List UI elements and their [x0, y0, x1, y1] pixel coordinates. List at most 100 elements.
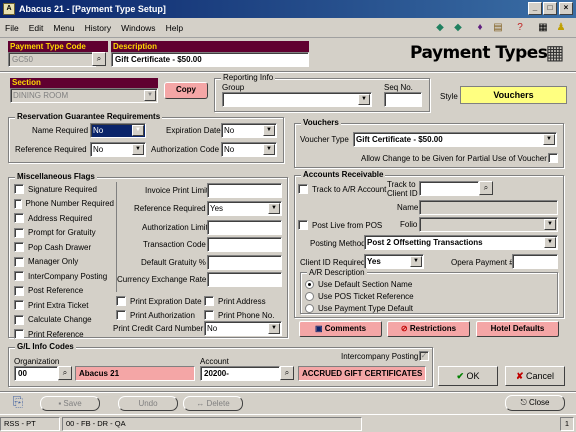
opera-payment-field[interactable]: [512, 254, 558, 269]
print-cc-select[interactable]: No ▼: [204, 321, 282, 336]
section-select[interactable]: DINING ROOM ▼: [10, 88, 158, 103]
flag-item[interactable]: InterCompany Posting: [14, 269, 114, 284]
seq-field[interactable]: [384, 92, 422, 107]
flag-item[interactable]: Print Extra Ticket: [14, 298, 114, 313]
checkbox[interactable]: [14, 314, 24, 325]
minimize-button[interactable]: _: [528, 2, 542, 15]
flag-item[interactable]: Post Reference: [14, 284, 114, 299]
chevron-down-icon[interactable]: ▼: [544, 219, 556, 230]
track-client-field[interactable]: [419, 181, 479, 196]
close-button[interactable]: ⎋ Close: [505, 395, 565, 411]
menu-help[interactable]: Help: [161, 23, 188, 33]
description-field[interactable]: Gift Certificate - $50.00: [111, 52, 309, 67]
invoice-limit-field[interactable]: [207, 183, 282, 198]
print-authorization-item[interactable]: Print Authorization: [116, 310, 195, 320]
client-id-req-select[interactable]: Yes ▼: [364, 254, 424, 269]
allow-change-checkbox[interactable]: [548, 153, 558, 163]
radio-button[interactable]: [305, 280, 314, 289]
intercompany-checkbox[interactable]: ✓: [419, 351, 429, 361]
radio-button[interactable]: [305, 304, 314, 313]
auth-code-select[interactable]: No ▼: [221, 142, 277, 157]
name-required-select[interactable]: No ▼: [90, 123, 146, 138]
ok-button[interactable]: ✔ OK: [438, 366, 498, 386]
print-expiration-item[interactable]: Print Expration Date: [116, 296, 202, 306]
checkbox[interactable]: [14, 198, 22, 209]
menu-menu[interactable]: Menu: [48, 23, 79, 33]
account-code-field[interactable]: 20200-: [200, 366, 280, 381]
forward-arrow-icon[interactable]: ◆: [450, 21, 466, 36]
tools-icon[interactable]: ♦: [472, 21, 488, 36]
chevron-down-icon[interactable]: ▼: [268, 203, 280, 214]
flag-item[interactable]: Signature Required: [14, 182, 114, 197]
radio-button[interactable]: [305, 292, 314, 301]
style-value[interactable]: Vouchers: [460, 86, 567, 104]
flag-item[interactable]: Manager Only: [14, 255, 114, 270]
ar-name-field[interactable]: [419, 200, 558, 215]
desc-option-item[interactable]: Use Payment Type Default: [305, 304, 413, 313]
auth-limit-field[interactable]: [207, 220, 282, 235]
trans-code-field[interactable]: [207, 237, 282, 252]
menu-windows[interactable]: Windows: [116, 23, 160, 33]
currency-rate-field[interactable]: [207, 272, 282, 287]
expiration-select[interactable]: No ▼: [221, 123, 277, 138]
checkbox[interactable]: [298, 220, 308, 230]
print-phone-item[interactable]: Print Phone No.: [204, 310, 274, 320]
chevron-down-icon[interactable]: ▼: [544, 237, 556, 248]
organization-code-field[interactable]: 00: [14, 366, 58, 381]
flag-item[interactable]: Print Reference: [14, 327, 114, 342]
folio-select[interactable]: ▼: [419, 217, 558, 232]
checkbox[interactable]: [116, 296, 126, 306]
chevron-down-icon[interactable]: ▼: [410, 256, 422, 267]
flag-item[interactable]: Calculate Change: [14, 313, 114, 328]
close-window-button[interactable]: ×: [559, 2, 573, 15]
search-icon[interactable]: ⌕: [58, 366, 72, 380]
checkbox[interactable]: [14, 285, 24, 296]
checkbox[interactable]: [298, 184, 308, 194]
chevron-down-icon[interactable]: ▼: [144, 90, 156, 101]
chevron-down-icon[interactable]: ▼: [358, 94, 370, 105]
search-icon[interactable]: ⌕: [280, 366, 294, 380]
back-arrow-icon[interactable]: ◆: [432, 21, 448, 36]
flag-item[interactable]: Phone Number Required: [14, 197, 114, 212]
posting-method-select[interactable]: Post 2 Offsetting Transactions ▼: [364, 235, 558, 250]
maximize-button[interactable]: □: [543, 2, 557, 15]
group-select[interactable]: ▼: [222, 92, 372, 107]
checkbox[interactable]: [204, 310, 214, 320]
search-icon[interactable]: ⌕: [92, 52, 106, 66]
desc-option-item[interactable]: Use POS Ticket Reference: [305, 292, 414, 301]
checkbox[interactable]: [14, 227, 24, 238]
checkbox[interactable]: [14, 300, 24, 311]
track-ar-item[interactable]: Track to A/R Account: [298, 184, 386, 194]
person-icon[interactable]: ♟: [553, 21, 569, 36]
cancel-button[interactable]: ✘ Cancel: [505, 366, 565, 386]
reference-required-select[interactable]: No ▼: [90, 142, 146, 157]
save-button[interactable]: ▪ Save: [40, 396, 100, 411]
checkbox[interactable]: [14, 242, 24, 253]
menu-history[interactable]: History: [80, 23, 116, 33]
chevron-down-icon[interactable]: ▼: [268, 323, 280, 334]
menu-file[interactable]: File: [0, 23, 24, 33]
chevron-down-icon[interactable]: ▼: [132, 125, 144, 136]
undo-button[interactable]: Undo: [118, 396, 178, 411]
checkbox[interactable]: [204, 296, 214, 306]
voucher-type-select[interactable]: Gift Certificate - $50.00 ▼: [353, 132, 557, 147]
calculator-icon[interactable]: ▦: [535, 21, 551, 36]
checkbox[interactable]: [14, 213, 24, 224]
checkbox[interactable]: [116, 310, 126, 320]
copy-button[interactable]: Copy: [164, 82, 208, 99]
misc-ref-required-select[interactable]: Yes ▼: [207, 201, 282, 216]
desc-option-item[interactable]: Use Default Section Name: [305, 280, 412, 289]
print-icon[interactable]: ▤: [490, 21, 506, 36]
record-icon[interactable]: ⎘: [10, 394, 26, 410]
menu-edit[interactable]: Edit: [24, 23, 49, 33]
checkbox[interactable]: [14, 329, 24, 340]
chevron-down-icon[interactable]: ▼: [263, 144, 275, 155]
hotel-defaults-button[interactable]: Hotel Defaults: [476, 321, 559, 337]
restrictions-button[interactable]: ⊘ Restrictions: [387, 321, 470, 337]
delete-button[interactable]: ↔ Delete: [183, 396, 243, 411]
flag-item[interactable]: Prompt for Gratuity: [14, 226, 114, 241]
default-gratuity-field[interactable]: [207, 255, 282, 270]
post-live-item[interactable]: Post Live from POS: [298, 220, 382, 230]
chevron-down-icon[interactable]: ▼: [263, 125, 275, 136]
chevron-down-icon[interactable]: ▼: [543, 134, 555, 145]
